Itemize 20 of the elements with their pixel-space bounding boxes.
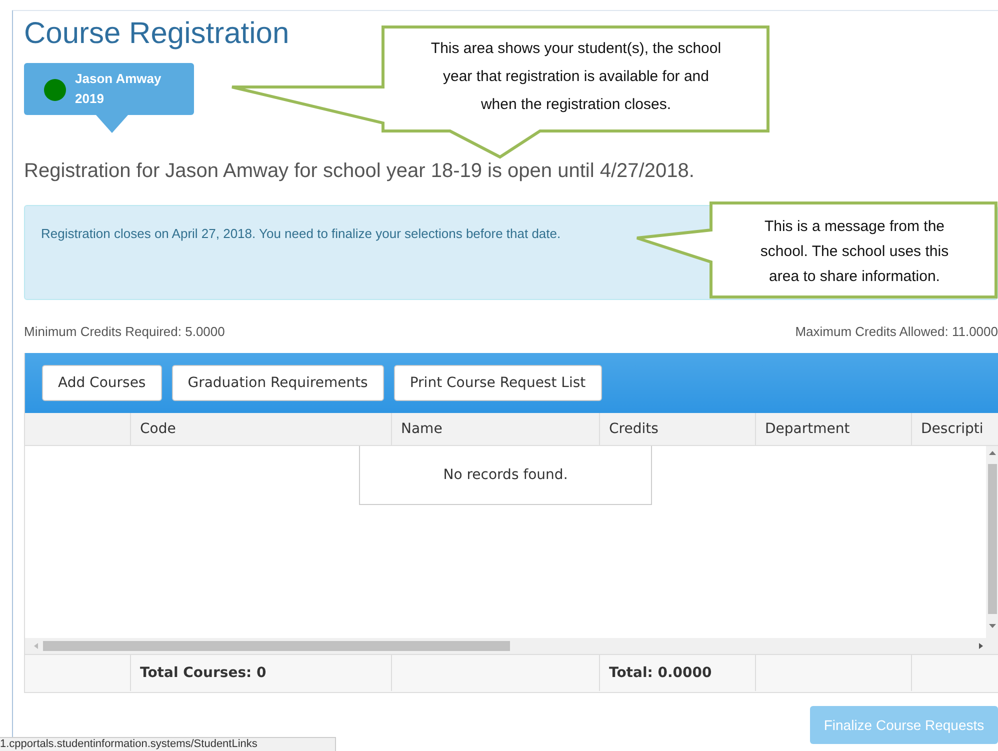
toolbar-button[interactable]: Print Course Request List: [394, 365, 602, 401]
maximum-credits: Maximum Credits Allowed: 11.0000: [795, 324, 998, 339]
column-header[interactable]: Code: [130, 413, 391, 445]
minimum-credits: Minimum Credits Required: 5.0000: [24, 324, 225, 339]
toolbar-button[interactable]: Add Courses: [42, 365, 162, 401]
callout-text: This area shows your student(s), the school year that registration is available for and when the registration closes.: [430, 39, 722, 115]
vertical-scrollbar[interactable]: [986, 446, 998, 638]
callout-text: This is a message from the school. The school uses this area to share information.: [759, 217, 950, 287]
toolbar-button[interactable]: Graduation Requirements: [172, 365, 384, 401]
total-cell: Total: 0.0000: [599, 655, 755, 691]
column-header[interactable]: Department: [755, 413, 911, 445]
column-header[interactable]: Credits: [599, 413, 755, 445]
status-url: 1.cpportals.studentinformation.systems/StudentLinks: [0, 737, 336, 751]
total-cell: Total Courses: 0: [130, 655, 391, 691]
page-title: Course Registration: [24, 17, 290, 51]
column-header[interactable]: Descripti: [911, 413, 986, 445]
student-name: Jason Amway 2019: [75, 70, 162, 108]
column-header[interactable]: Name: [391, 413, 599, 445]
empty-message: No records found.: [359, 446, 652, 505]
registration-status: Registration for Jason Amway for school year 18-19 is open until 4/27/2018.: [24, 159, 696, 183]
